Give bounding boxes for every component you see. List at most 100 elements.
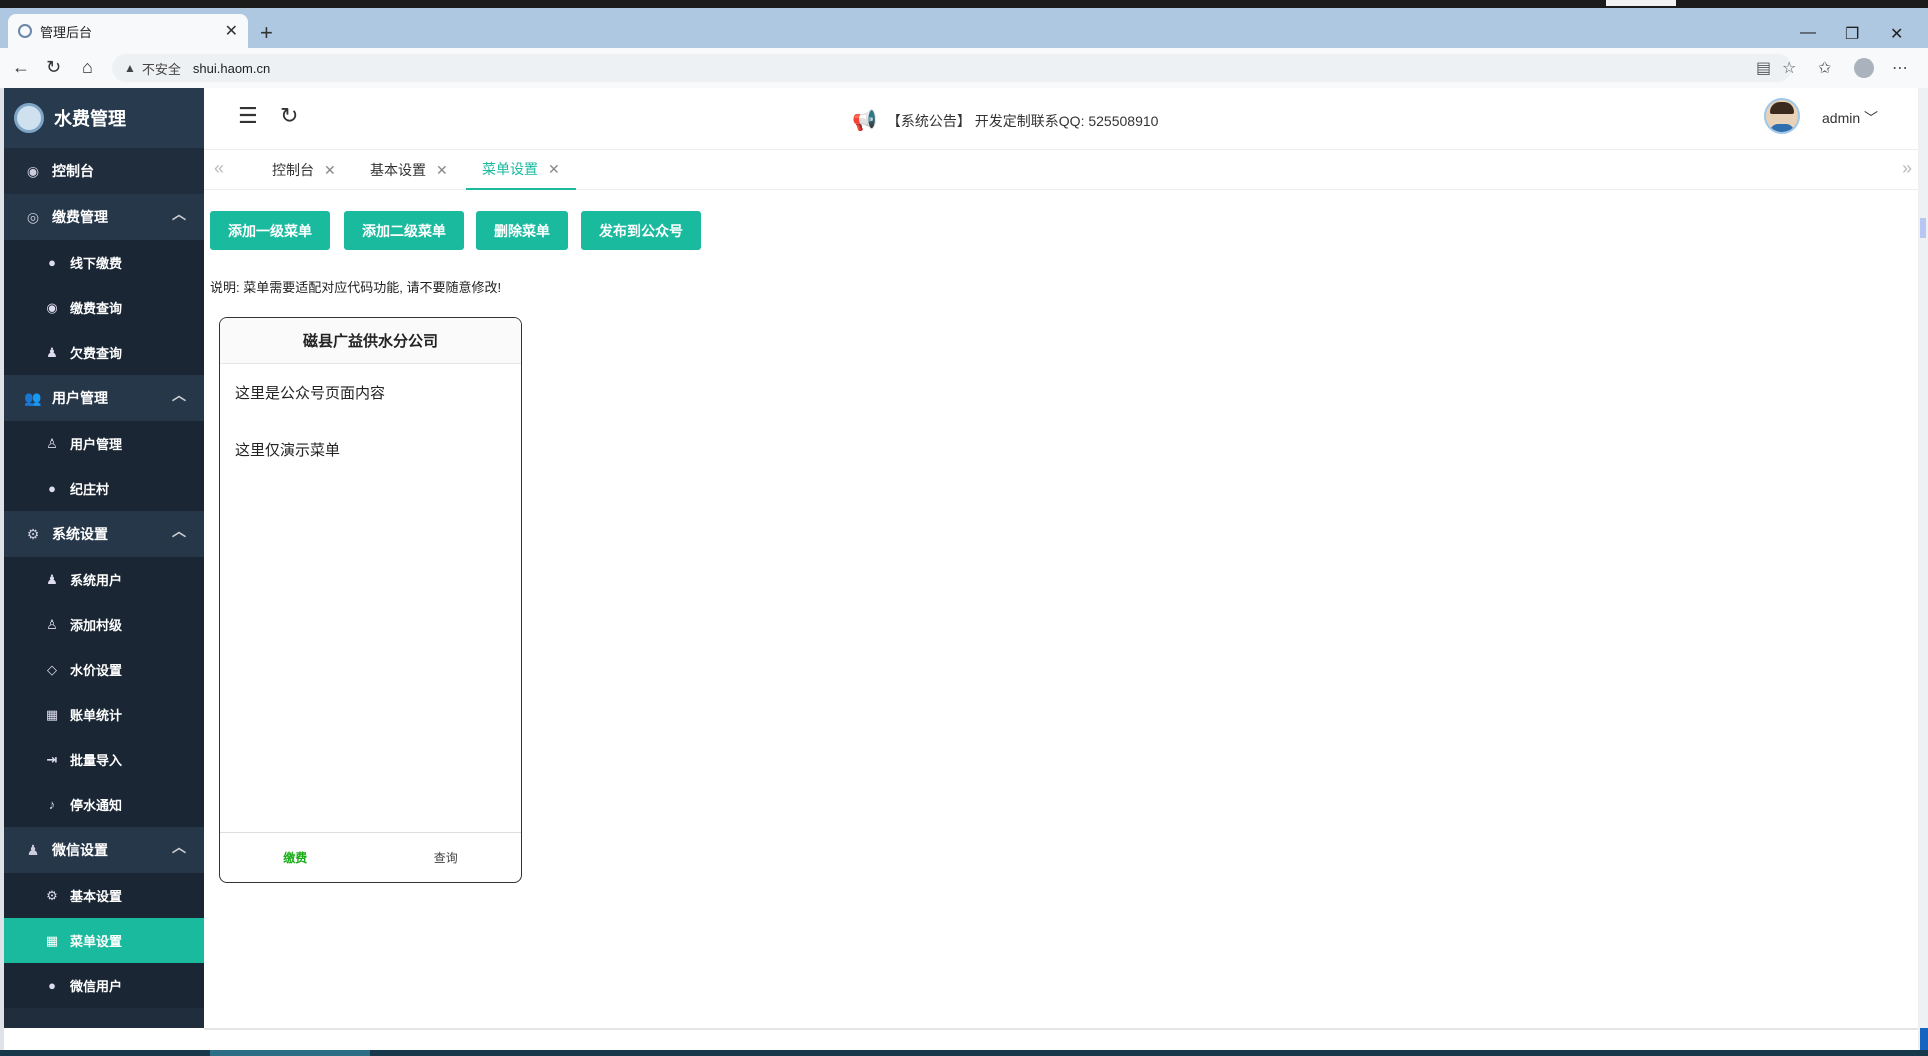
reload-icon[interactable]: ↻	[46, 57, 61, 77]
url-field[interactable]: ▲ 不安全 shui.haom.cn	[112, 54, 1792, 82]
sidebar-item-system-users[interactable]: ♟ 系统用户	[4, 557, 204, 602]
more-menu-icon[interactable]: ⋯	[1892, 58, 1908, 78]
user-circle-icon: ◉	[46, 299, 58, 315]
chevron-down-icon: ﹀	[1864, 110, 1879, 126]
tab-label: 控制台	[272, 162, 314, 178]
sidebar-group-label: 系统设置	[52, 526, 108, 542]
grid-icon: ▦	[45, 932, 59, 948]
sidebar-item-label: 用户管理	[70, 437, 123, 452]
sidebar-item-offline-payment[interactable]: ● 线下缴费	[4, 240, 204, 285]
sidebar-item-payment-query[interactable]: ◉ 缴费查询	[4, 285, 204, 330]
sidebar-item-batch-import[interactable]: ⇥ 批量导入	[4, 737, 204, 782]
gears-icon: ⚙	[26, 525, 40, 542]
user-menu[interactable]: admin ﹀	[1822, 108, 1878, 128]
sidebar-item-arrears-query[interactable]: ♟ 欠费查询	[4, 330, 204, 375]
sign-in-icon: ⇥	[46, 751, 58, 767]
megaphone-icon: 📢	[852, 110, 877, 132]
sidebar-item-label: 菜单设置	[70, 934, 123, 949]
tab-close-icon[interactable]: ✕	[548, 161, 560, 178]
new-tab-button[interactable]: +	[260, 22, 273, 44]
browser-tab-close-icon[interactable]: ✕	[225, 21, 238, 41]
restore-icon[interactable]: ❐	[1845, 24, 1859, 44]
tab-close-icon[interactable]: ✕	[324, 162, 336, 179]
browser-tab-title: 管理后台	[40, 24, 93, 40]
sidebar-item-label: 缴费查询	[70, 301, 123, 316]
os-top-strip	[0, 0, 1928, 8]
tab-basic-settings[interactable]: 基本设置 ✕	[370, 150, 448, 190]
user-desk-icon: ♟	[46, 344, 58, 360]
sidebar-item-water-outage[interactable]: ♪ 停水通知	[4, 782, 204, 827]
phone-menu-item[interactable]: 查询	[371, 833, 522, 882]
profile-icon[interactable]	[1854, 58, 1874, 78]
sidebar-item-label: 微信用户	[70, 979, 123, 994]
sidebar-group-label: 微信设置	[52, 842, 108, 858]
sidebar-item-label: 纪庄村	[70, 482, 110, 497]
notice-text: 【系统公告】 开发定制联系QQ: 525508910	[886, 112, 1159, 129]
refresh-icon[interactable]: ↻	[280, 104, 298, 128]
favorite-star-icon[interactable]: ☆	[1782, 58, 1796, 78]
sidebar-group-wechat[interactable]: ♟ 微信设置 ︿	[4, 827, 204, 873]
tabs-scroll-left-icon[interactable]: «	[214, 158, 224, 179]
insecure-label: 不安全	[141, 61, 181, 77]
sidebar-group-users[interactable]: 👥 用户管理 ︿	[4, 375, 204, 421]
tab-dashboard[interactable]: 控制台 ✕	[272, 150, 336, 190]
gears-icon: ⚙	[46, 887, 58, 903]
home-icon[interactable]: ⌂	[82, 57, 93, 77]
page-scrollbar[interactable]	[1918, 88, 1928, 1050]
publish-menu-button[interactable]: 发布到公众号	[581, 211, 701, 250]
chevron-up-icon: ︿	[172, 206, 186, 222]
sidebar-item-label: 添加村级	[70, 618, 123, 633]
menu-description: 说明: 菜单需要适配对应代码功能, 请不要随意修改!	[210, 280, 502, 295]
admin-app: 水费管理 ◉ 控制台 ◎ 缴费管理 ︿ ● 线下缴费 ◉ 缴费查询 ♟ 欠费查询 👥 …	[4, 88, 1922, 1050]
sidebar-item-add-village[interactable]: ♙ 添加村级	[4, 602, 204, 647]
tabs-scroll-right-icon[interactable]: »	[1902, 158, 1912, 179]
tab-label: 基本设置	[370, 162, 426, 178]
sidebar-item-label: 欠费查询	[70, 346, 123, 361]
tab-menu-settings[interactable]: 菜单设置 ✕	[466, 150, 576, 190]
tab-close-icon[interactable]: ✕	[436, 162, 448, 179]
sidebar-item-label: 系统用户	[70, 573, 123, 588]
collapse-menu-icon[interactable]: ☰	[238, 104, 258, 128]
favicon-icon	[18, 24, 32, 38]
main-content: 添加一级菜单 添加二级菜单 删除菜单 发布到公众号 说明: 菜单需要适配对应代码…	[204, 190, 1922, 1028]
avatar[interactable]	[1764, 98, 1800, 134]
map-pin-icon: ●	[48, 481, 56, 496]
page-tabs: « 控制台 ✕ 基本设置 ✕ 菜单设置 ✕ »	[204, 150, 1922, 190]
sidebar-item-water-price[interactable]: ◇ 水价设置	[4, 647, 204, 692]
phone-menu-bar: 缴费 查询	[220, 832, 521, 882]
add-level1-menu-button[interactable]: 添加一级菜单	[210, 211, 330, 250]
logo-icon	[14, 103, 44, 133]
user-icon: ♙	[46, 435, 58, 451]
favorites-list-icon[interactable]: ✩	[1818, 58, 1831, 78]
sidebar-item-bill-stats[interactable]: ▦ 账单统计	[4, 692, 204, 737]
sidebar-item-basic-settings[interactable]: ⚙ 基本设置	[4, 873, 204, 918]
warning-icon: ▲	[124, 61, 136, 75]
chat-icon: ●	[48, 255, 56, 270]
sidebar-item-user-management[interactable]: ♙ 用户管理	[4, 421, 204, 466]
sidebar-item-wechat-users[interactable]: ● 微信用户	[4, 963, 204, 1008]
url-text: shui.haom.cn	[192, 60, 271, 76]
sidebar-group-label: 缴费管理	[52, 209, 108, 225]
bell-icon: ♪	[48, 797, 56, 812]
chevron-up-icon: ︿	[172, 523, 186, 539]
back-icon[interactable]: ←	[12, 57, 30, 77]
browser-tabbar: 管理后台 ✕ + — ❐ ✕	[0, 8, 1928, 48]
username: admin	[1822, 110, 1861, 126]
sidebar-group-payment[interactable]: ◎ 缴费管理 ︿	[4, 194, 204, 240]
minimize-icon[interactable]: —	[1800, 24, 1816, 42]
browser-tab[interactable]: 管理后台 ✕	[8, 14, 248, 48]
os-taskbar	[0, 1050, 1928, 1056]
sidebar-group-system[interactable]: ⚙ 系统设置 ︿	[4, 511, 204, 557]
user-cog-icon: ♟	[46, 571, 58, 587]
phone-menu-item[interactable]: 缴费	[220, 833, 371, 882]
add-level2-menu-button[interactable]: 添加二级菜单	[344, 211, 464, 250]
sidebar-item-dashboard[interactable]: ◉ 控制台	[4, 148, 204, 194]
user-cog-icon: ♟	[26, 841, 40, 858]
footer-divider	[204, 1028, 1922, 1030]
sidebar-item-village[interactable]: ● 纪庄村	[4, 466, 204, 511]
sidebar-item-menu-settings[interactable]: ▦ 菜单设置	[4, 918, 204, 963]
close-window-icon[interactable]: ✕	[1890, 24, 1903, 44]
delete-menu-button[interactable]: 删除菜单	[476, 211, 568, 250]
chevron-up-icon: ︿	[172, 387, 186, 403]
reader-mode-icon[interactable]: ▤	[1756, 58, 1771, 78]
